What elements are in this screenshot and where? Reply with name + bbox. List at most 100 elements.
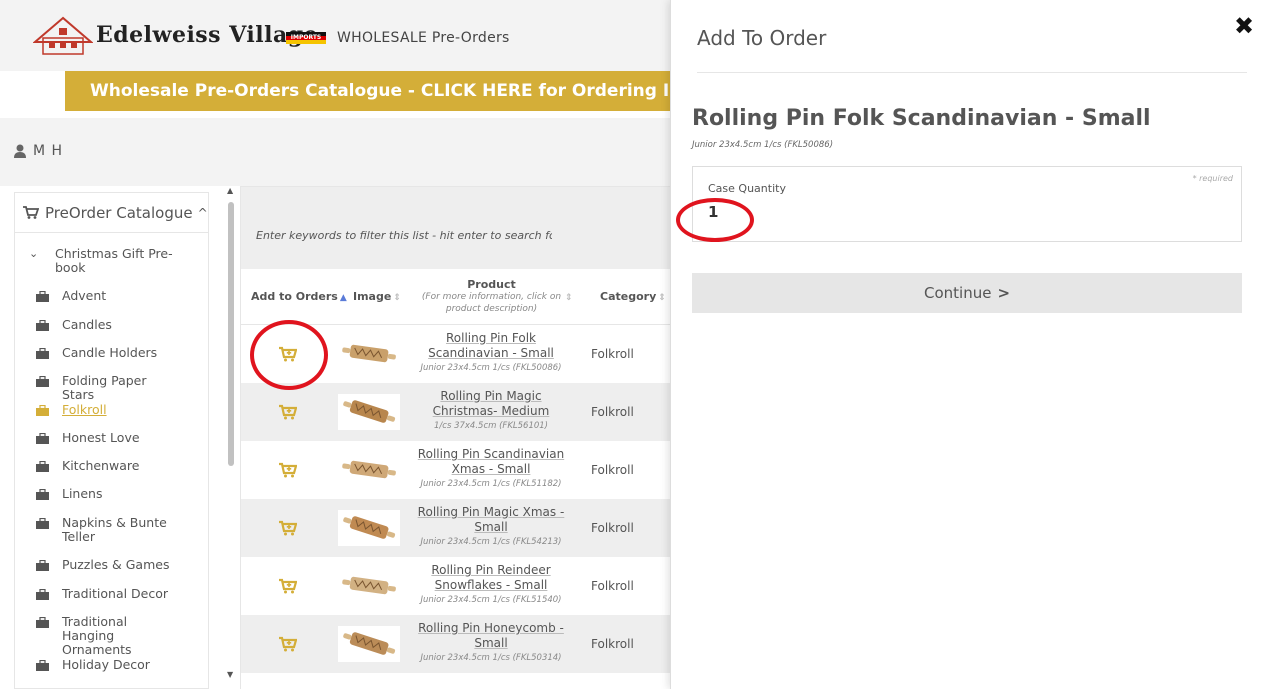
product-name-link[interactable]: Rolling Pin Magic Xmas - Small [411,505,571,535]
sidebar-item[interactable]: Advent [36,289,182,303]
sidebar-item[interactable]: Napkins & Bunte Teller [36,516,182,544]
sidebar-item[interactable]: Kitchenware [36,459,182,473]
add-to-cart-icon[interactable] [279,636,297,652]
scrollbar-thumb[interactable] [228,202,234,466]
chevron-up-icon[interactable]: ^ [198,206,208,220]
product-desc: Junior 23x4.5cm 1/cs (FKL50086) [420,363,562,373]
user-icon [14,144,26,158]
annotation-circle-add-cart [250,320,328,390]
briefcase-icon [36,405,49,416]
col-product-label: Product [467,278,516,291]
sidebar-scrollbar[interactable]: ▲ ▼ [226,186,236,689]
product-name-link[interactable]: Rolling Pin Scandinavian Xmas - Small [411,447,571,477]
sidebar-heading-label: PreOrder Catalogue [45,203,193,222]
sidebar-item-label: Folkroll [62,402,107,417]
sidebar-item[interactable]: Traditional Hanging Ornaments [36,615,182,657]
briefcase-icon [36,560,49,571]
product-name-link[interactable]: Rolling Pin Folk Scandinavian - Small [411,331,571,361]
product-image[interactable] [338,452,400,488]
product-name-link[interactable]: Rolling Pin Honeycomb - Small [411,621,571,651]
col-product[interactable]: Product (For more information, click on … [419,278,564,315]
sidebar-item[interactable]: Traditional Decor [36,587,182,601]
sidebar-item[interactable]: Holiday Decor [36,658,182,672]
sort-icon: ⇕ [393,293,401,303]
briefcase-icon [36,348,49,359]
logo-imports-text: IMPORTS [290,34,322,41]
product-desc: Junior 23x4.5cm 1/cs (FKL51540) [420,595,562,605]
briefcase-icon [36,376,49,387]
sidebar-item[interactable]: Linens [36,487,182,501]
product-image[interactable] [338,336,400,372]
product-image[interactable] [338,394,400,430]
sort-asc-icon: ▲ [339,293,347,303]
logo-house-icon[interactable] [33,16,93,56]
sidebar-item[interactable]: Candle Holders [36,346,182,360]
product-category: Folkroll [591,405,634,419]
sidebar-item[interactable]: Puzzles & Games [36,558,182,572]
col-image-label: Image [353,290,392,303]
sidebar-item[interactable]: Folding Paper Stars [36,374,182,402]
filter-bar: Enter keywords to filter this list - hit… [241,187,676,269]
table-row: Rolling Pin Scandinavian Xmas - Small Jun… [241,441,676,499]
product-category: Folkroll [591,463,634,477]
sidebar-heading[interactable]: PreOrder Catalogue ^ [15,193,208,233]
add-to-order-panel: Add To Order ✖ Rolling Pin Folk Scandina… [670,0,1276,689]
briefcase-icon [36,589,49,600]
col-add-to-orders[interactable]: Add to Orders ▲ [251,290,347,303]
col-category[interactable]: Category ⇕ [600,290,666,303]
continue-label: Continue [923,284,992,302]
product-category: Folkroll [591,521,634,535]
header-subtitle: WHOLESALE Pre-Orders [337,30,510,46]
user-name[interactable]: M H [33,143,63,159]
sidebar-group-christmas[interactable]: ⌄ Christmas Gift Pre-book [15,233,208,275]
table-row: Rolling Pin Reindeer Snowflakes - Small J… [241,557,676,615]
filter-input[interactable]: Enter keywords to filter this list - hit… [256,229,552,242]
col-add-label: Add to Orders [251,290,338,303]
product-image[interactable] [338,626,400,662]
col-image[interactable]: Image ⇕ [353,290,401,303]
sidebar-item-label: Advent [62,288,107,303]
logo-name[interactable]: Edelweiss Village [96,22,318,48]
product-image[interactable] [338,510,400,546]
product-category: Folkroll [591,347,634,361]
product-name-link[interactable]: Rolling Pin Magic Christmas- Medium [411,389,571,419]
briefcase-icon [36,461,49,472]
case-quantity-box: Case Quantity * required [692,166,1242,242]
close-icon[interactable]: ✖ [1234,12,1254,40]
briefcase-icon [36,320,49,331]
add-to-cart-icon[interactable] [279,578,297,594]
briefcase-icon [36,489,49,500]
continue-button[interactable]: Continue > [692,273,1242,313]
product-category: Folkroll [591,637,634,651]
product-image[interactable] [338,568,400,604]
sidebar-item-label: Traditional Hanging Ornaments [62,614,132,657]
sidebar-item-label: Candles [62,317,112,332]
scroll-down-arrow-icon[interactable]: ▼ [227,670,233,679]
briefcase-icon [36,660,49,671]
briefcase-icon [36,518,49,529]
sidebar-item-label: Puzzles & Games [62,557,170,572]
col-product-sort[interactable]: ⇕ [563,290,573,303]
sort-icon: ⇕ [658,293,666,303]
catalogue-sidebar: PreOrder Catalogue ^ ⌄ Christmas Gift Pr… [14,192,209,689]
sidebar-item-label: Linens [62,486,103,501]
scroll-up-arrow-icon[interactable]: ▲ [227,186,233,195]
sidebar-item[interactable]: Honest Love [36,431,182,445]
sidebar-item[interactable]: Candles [36,318,182,332]
annotation-circle-quantity [676,198,754,242]
add-to-cart-icon[interactable] [279,404,297,420]
col-product-sub: (For more information, click on product … [421,292,562,314]
add-to-cart-icon[interactable] [279,462,297,478]
chevron-right-icon: > [997,284,1011,302]
product-name-link[interactable]: Rolling Pin Reindeer Snowflakes - Small [411,563,571,593]
sidebar-item-label: Candle Holders [62,345,158,360]
table-row: Rolling Pin Honeycomb - Small Junior 23x4… [241,615,676,673]
cart-icon [23,206,39,219]
add-to-cart-icon[interactable] [279,520,297,536]
sidebar-item[interactable]: Folkroll [36,403,182,417]
product-title: Rolling Pin Folk Scandinavian - Small [692,106,1151,131]
product-desc: Junior 23x4.5cm 1/cs (FKL50314) [420,653,562,663]
chevron-down-icon: ⌄ [29,247,39,260]
product-table: Enter keywords to filter this list - hit… [240,186,676,689]
table-row: Rolling Pin Magic Christmas- Medium 1/cs … [241,383,676,441]
